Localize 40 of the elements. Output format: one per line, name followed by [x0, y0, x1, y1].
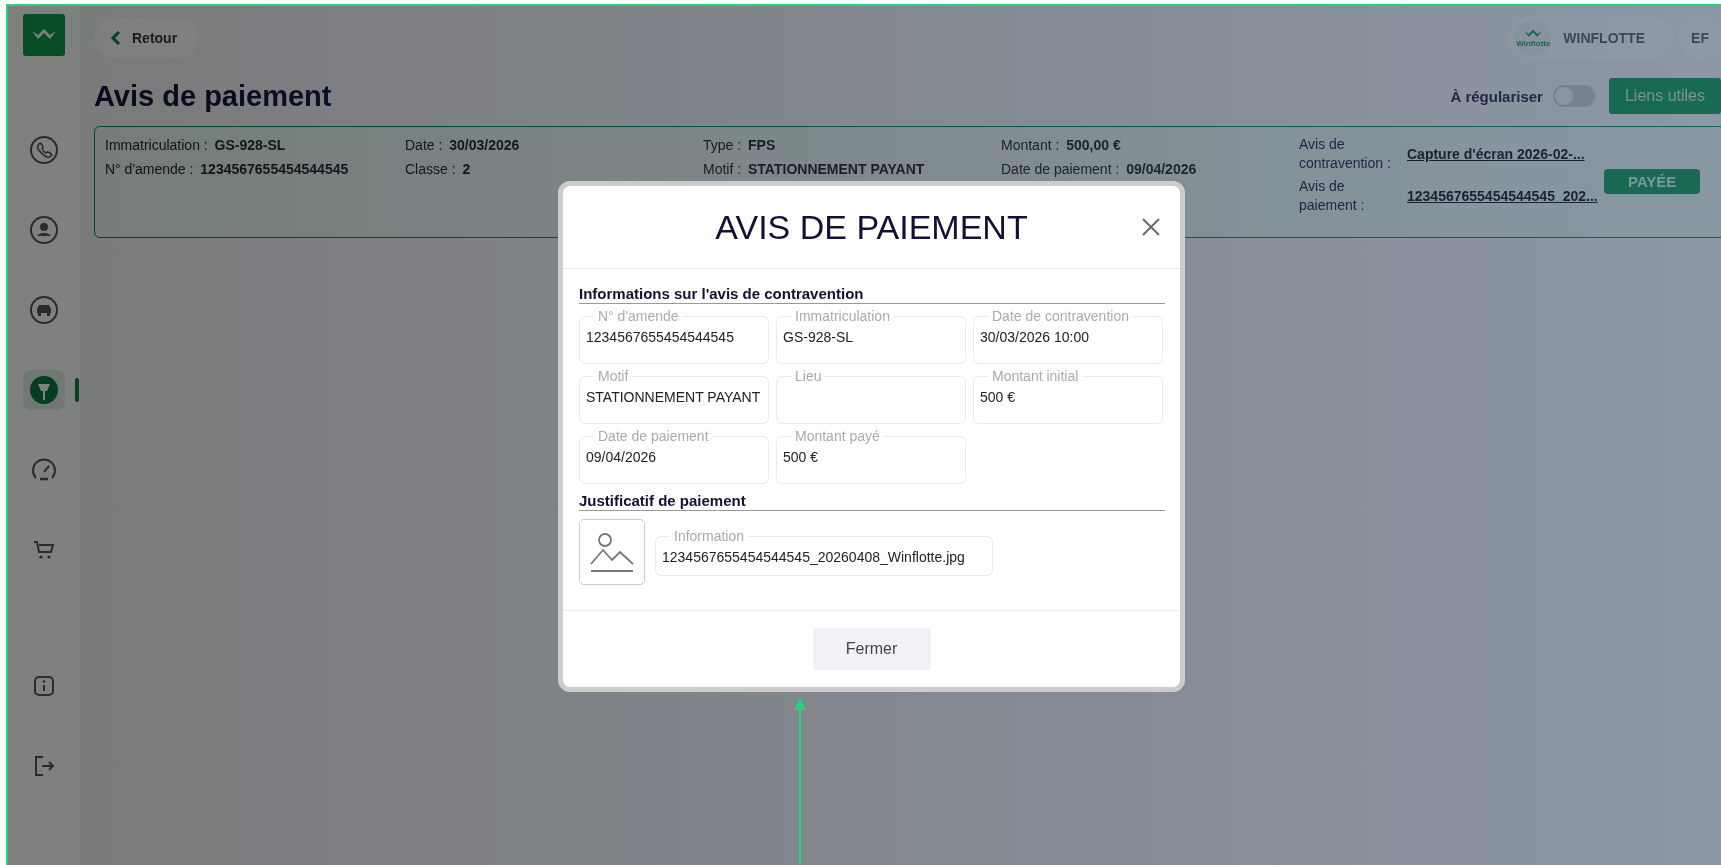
back-button[interactable]: Retour [94, 18, 200, 58]
close-button[interactable]: Fermer [812, 628, 931, 670]
card-field: N° d'amende : 1234567655454544545 [105, 161, 405, 177]
dialog-title: AVIS DE PAIEMENT [715, 207, 1028, 247]
document-label: Avis de contravention : [1299, 135, 1392, 173]
text-field[interactable]: Date de contravention 30/03/2026 10:00 [973, 308, 1163, 364]
section-title: Justificatif de paiement [579, 492, 1165, 511]
document-link[interactable]: 1234567655454544545_202... [1407, 187, 1598, 204]
text-field[interactable]: Immatriculation GS-928-SL [776, 308, 966, 364]
card-field: Motif : STATIONNEMENT PAYANT [703, 161, 1001, 177]
section-title: Informations sur l'avis de contravention [579, 285, 1165, 304]
page-title: Avis de paiement [94, 79, 332, 113]
car-icon[interactable] [29, 295, 59, 325]
image-placeholder-icon[interactable] [579, 519, 645, 585]
app-logo-icon[interactable] [23, 14, 65, 56]
card-field: Immatriculation : GS-928-SL [105, 137, 405, 153]
text-field[interactable]: Date de paiement 09/04/2026 [579, 428, 769, 484]
document-label: Avis de paiement : [1299, 176, 1366, 215]
card-field: Date de paiement : 09/04/2026 [1001, 161, 1299, 177]
info-icon[interactable] [32, 674, 56, 698]
card-field: Date : 30/03/2026 [405, 137, 703, 153]
chevron-left-icon [110, 31, 122, 45]
file-field[interactable]: Information 1234567655454544545_20260408_Winflotte.jpg [655, 528, 993, 576]
card-field: Montant : 500,00 € [1001, 137, 1299, 153]
close-icon[interactable] [1142, 218, 1160, 236]
sidebar-item[interactable] [23, 370, 65, 410]
status-badge: PAYÉE [1604, 169, 1701, 194]
parking-meter-icon[interactable] [29, 375, 59, 405]
text-field[interactable]: Montant payé 500 € [776, 428, 966, 484]
text-field[interactable]: N° d'amende 1234567655454544545 [579, 308, 769, 364]
document-link[interactable]: Capture d'écran 2026-02-... [1407, 145, 1585, 162]
text-field[interactable]: Montant initial 500 € [973, 368, 1163, 424]
toggle-label: À régulariser [1450, 87, 1543, 105]
company-logo: Winflotte [1515, 20, 1552, 56]
user-icon[interactable] [29, 215, 59, 245]
card-field: Type : FPS [703, 137, 1001, 153]
card-field: Classe : 2 [405, 161, 703, 177]
text-field[interactable]: Motif STATIONNEMENT PAYANT [579, 368, 769, 424]
phone-icon[interactable] [29, 135, 59, 165]
active-indicator [75, 378, 79, 402]
